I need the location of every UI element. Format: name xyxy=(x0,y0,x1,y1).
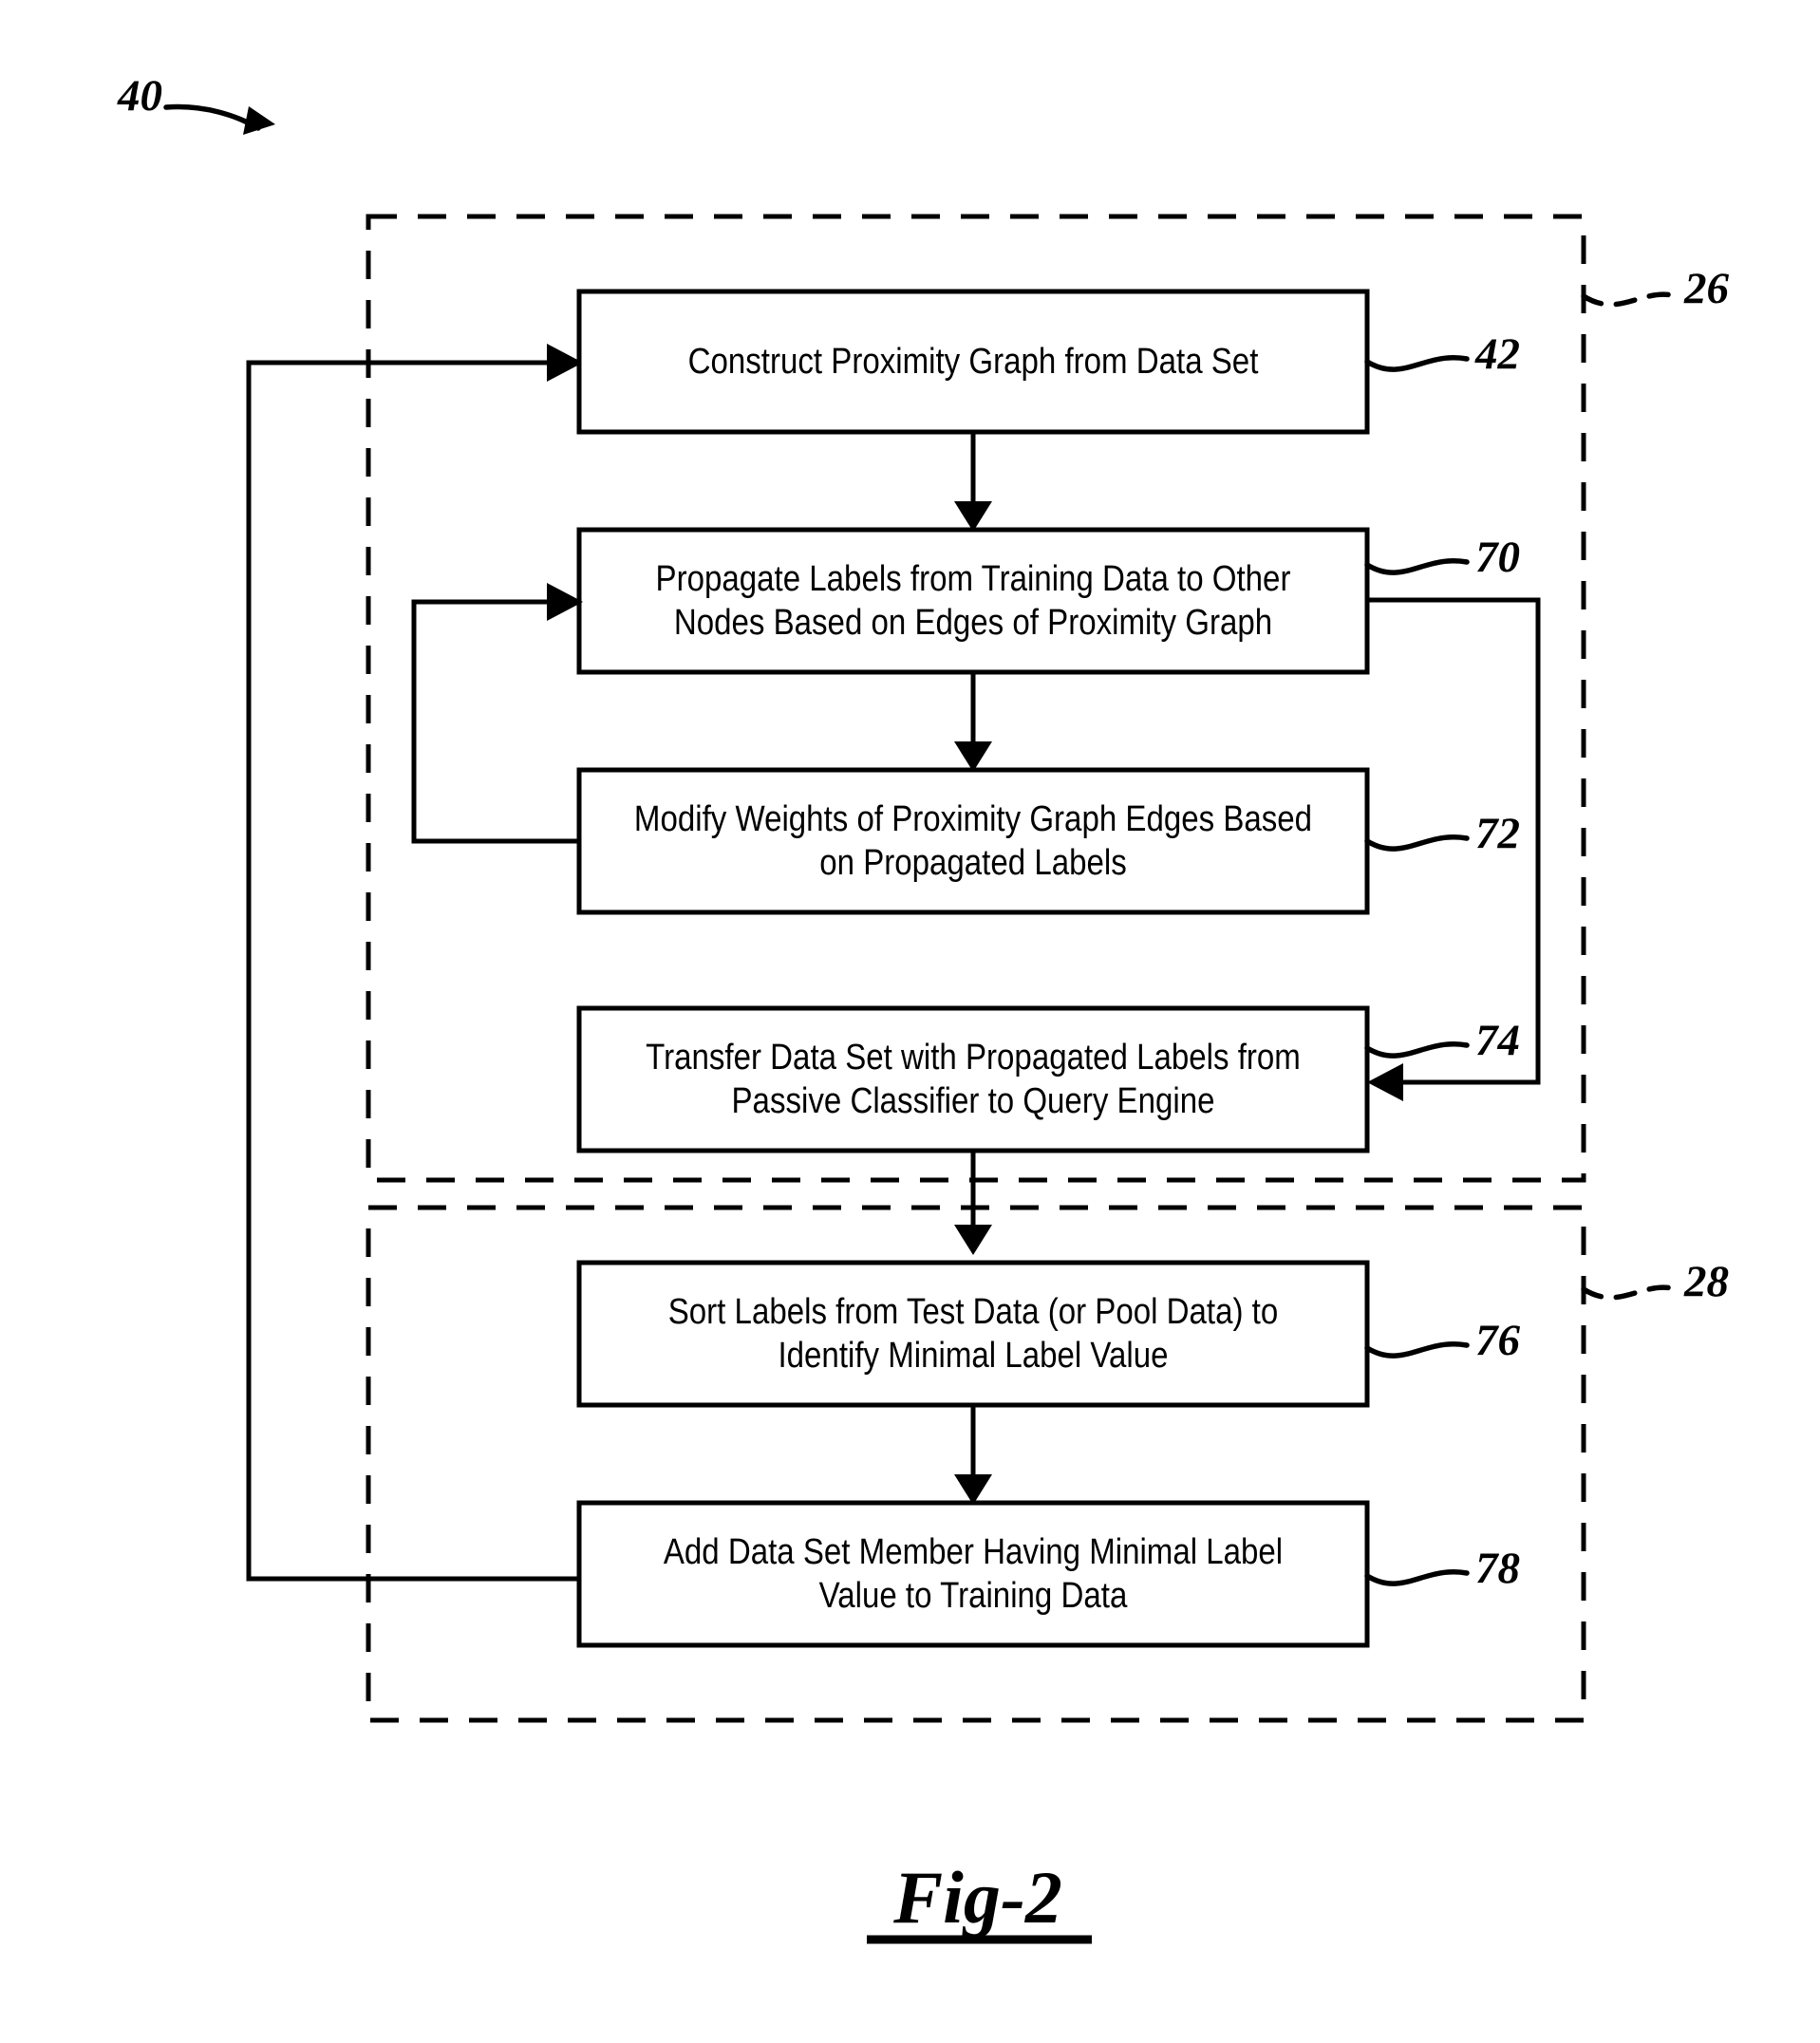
ref-num-72: 72 xyxy=(1475,809,1520,858)
box-72-leader-line xyxy=(1364,834,1470,852)
box-76-rect xyxy=(576,1260,1370,1408)
box-42-rect xyxy=(576,289,1370,435)
box-74-leader-line xyxy=(1364,1041,1470,1059)
ref-num-76: 76 xyxy=(1475,1316,1521,1365)
outer-feedback-loop-line xyxy=(246,360,577,1582)
region-26-leader-line xyxy=(1581,291,1679,308)
ref-num-74: 74 xyxy=(1475,1016,1520,1065)
box-70-rect xyxy=(576,527,1370,675)
arrow-74-to-76-head xyxy=(954,1225,992,1255)
ref-num-70: 70 xyxy=(1475,533,1520,582)
box-74-rect xyxy=(576,1005,1370,1153)
arrow-42-to-70-head xyxy=(954,501,992,532)
arrow-76-to-78-head xyxy=(954,1474,992,1505)
right-feedback-arrowhead xyxy=(1367,1063,1403,1101)
arrow-70-to-72-head xyxy=(954,741,992,772)
box-76-leader-line xyxy=(1364,1341,1470,1359)
ref-num-42: 42 xyxy=(1474,329,1520,379)
box-78-rect xyxy=(576,1500,1370,1648)
box-42-leader-line xyxy=(1364,355,1470,372)
box-70-leader-line xyxy=(1364,558,1470,575)
figure-drawing-canvas: 40 26 28 42 70 72 74 76 78 Fig-2 xyxy=(117,71,1730,1944)
ref-num-40: 40 xyxy=(117,71,162,121)
patent-figure-2: 40 26 28 42 70 72 74 76 78 Fig-2 Constru… xyxy=(0,0,1820,2043)
figure-caption: Fig-2 xyxy=(892,1856,1062,1939)
box-72-rect xyxy=(576,767,1370,915)
region-28-leader-line xyxy=(1581,1284,1679,1301)
root-ref-leader-line xyxy=(163,103,261,131)
inner-feedback-loop-line xyxy=(411,599,579,844)
ref-num-78: 78 xyxy=(1475,1544,1520,1593)
ref-num-26: 26 xyxy=(1683,264,1730,313)
box-78-leader-line xyxy=(1364,1569,1470,1586)
ref-num-28: 28 xyxy=(1683,1257,1729,1306)
